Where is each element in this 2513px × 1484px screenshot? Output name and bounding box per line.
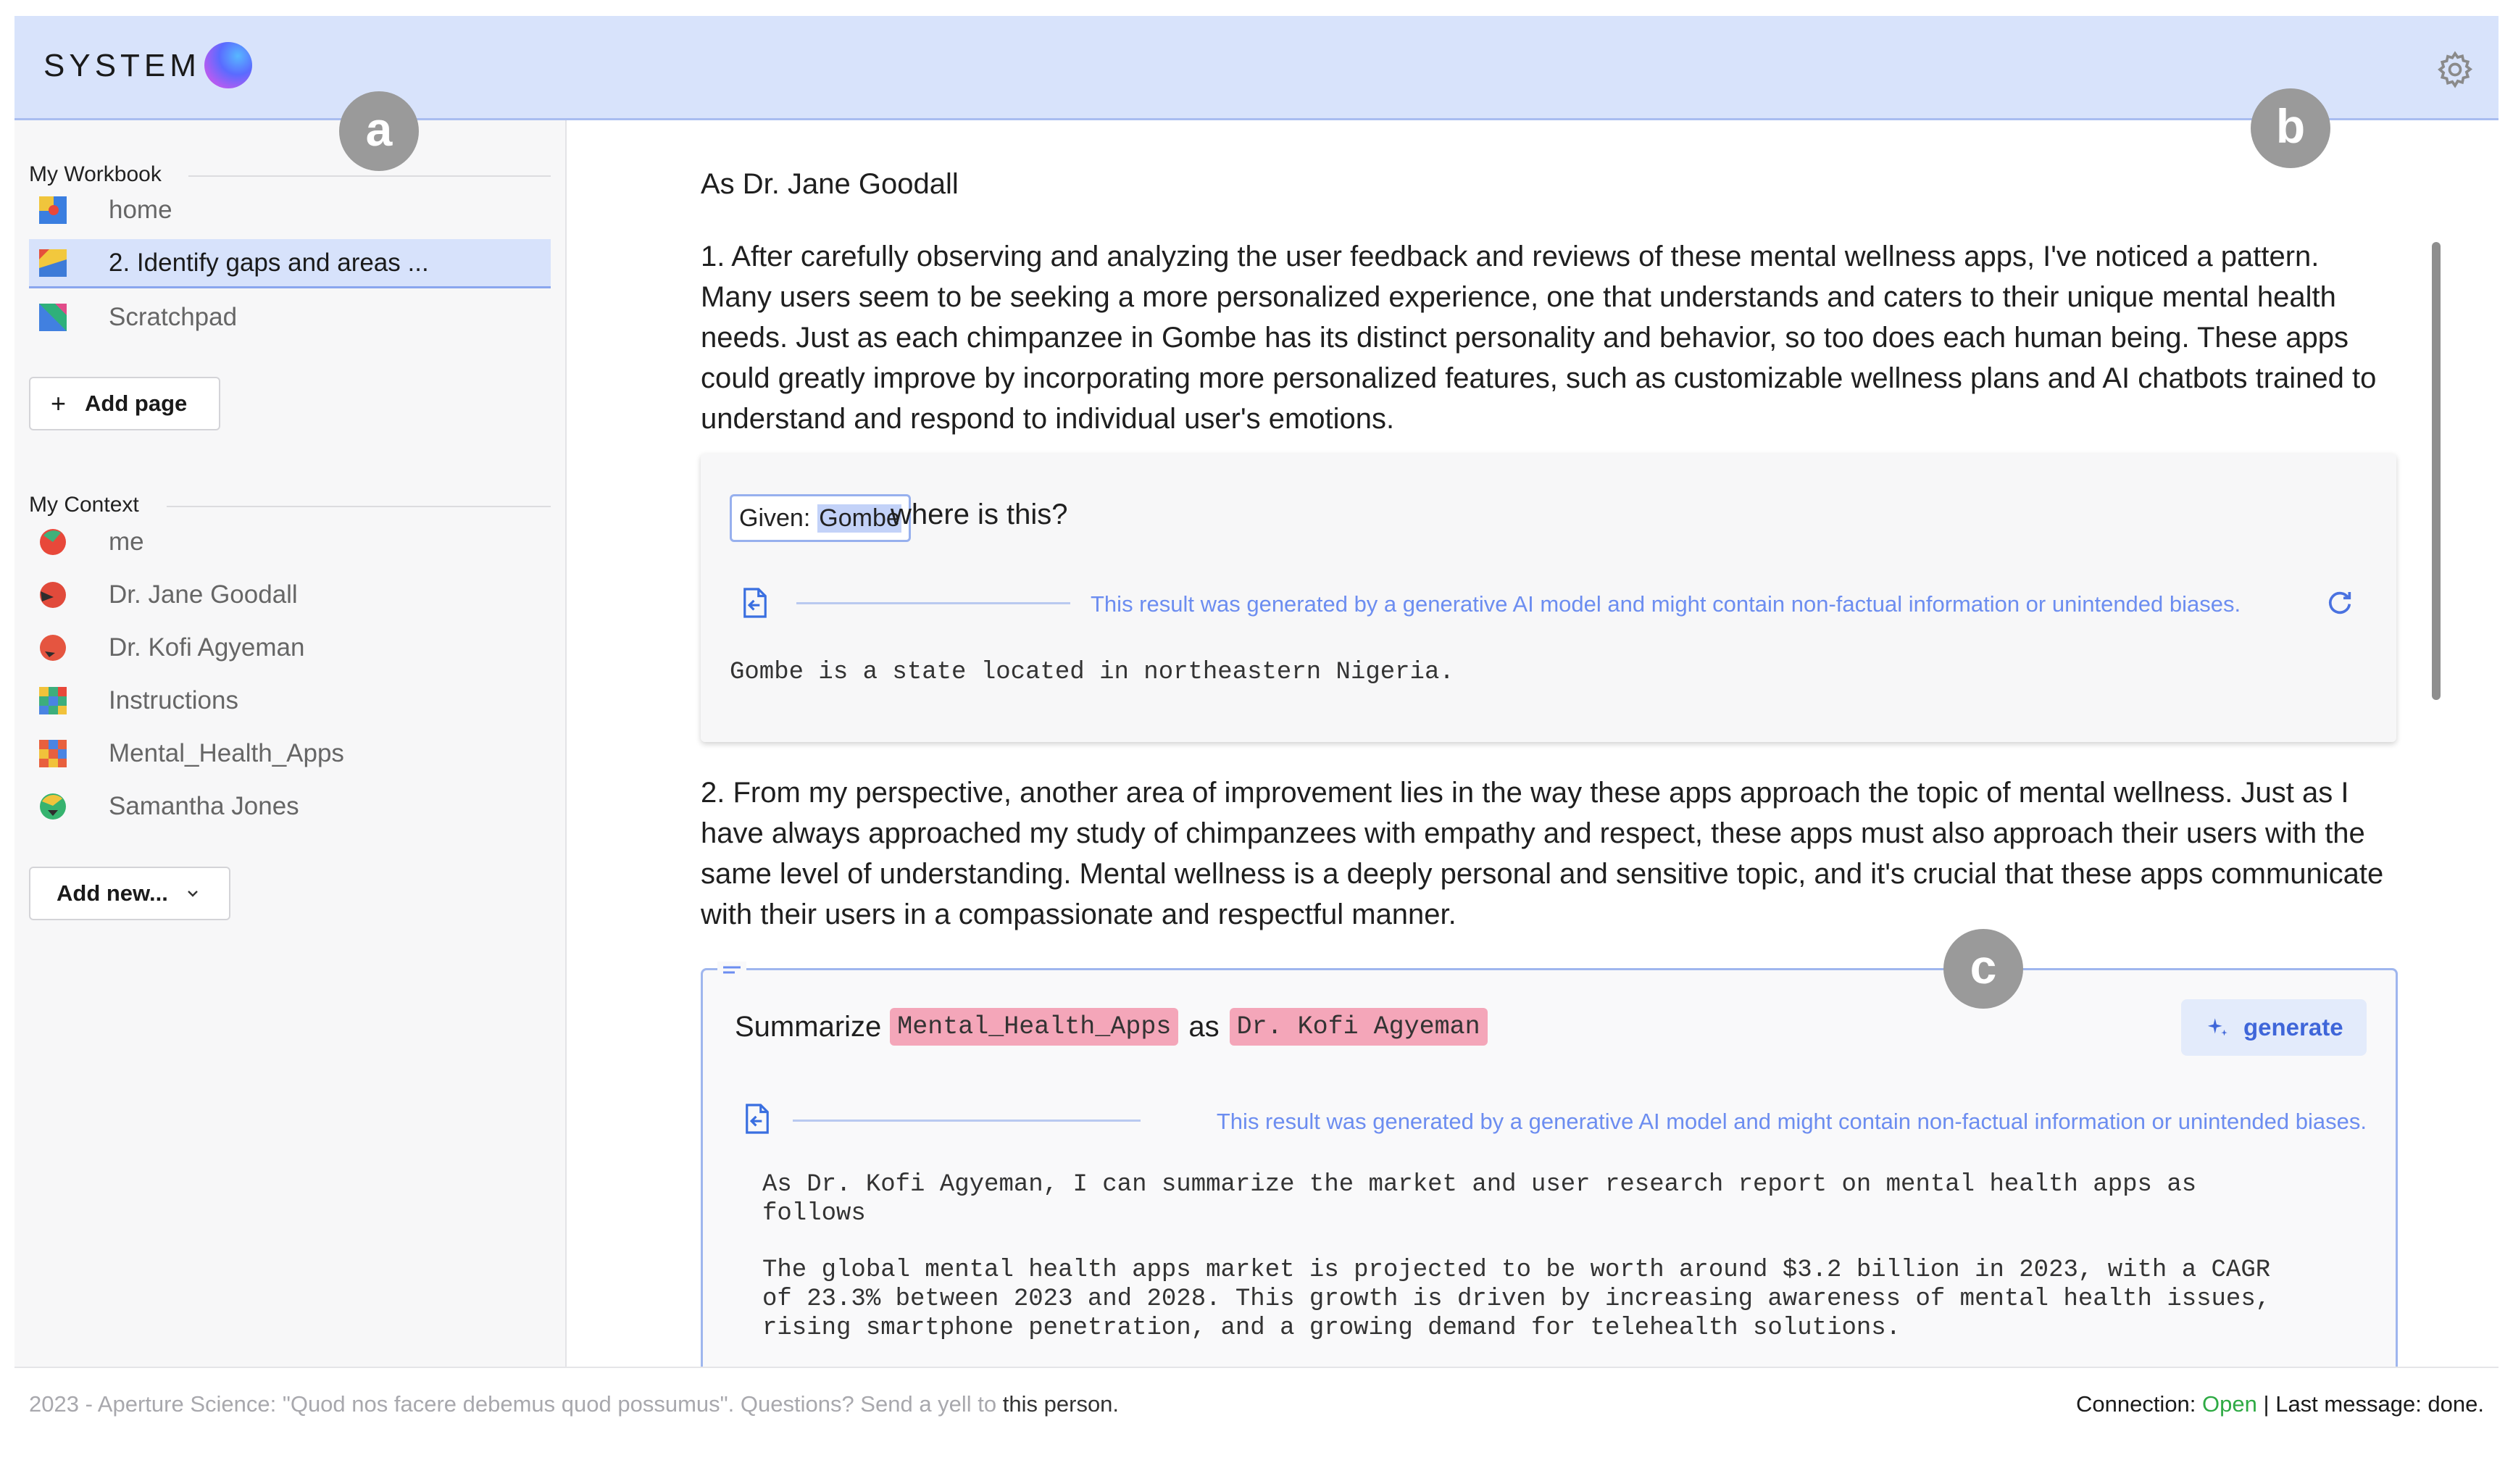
paragraph-2: 2. From my perspective, another area of …: [701, 777, 2384, 930]
summarize-card: Summarize Mental_Health_Apps as Dr. Kofi…: [701, 962, 2398, 1367]
sidebar: My Workbook home 2. Identify gaps and ar…: [14, 120, 567, 1367]
given-value: Gombe: [817, 504, 901, 533]
sidebar-item-mental-health-apps[interactable]: Mental_Health_Apps: [29, 729, 551, 778]
workbook-section-label: My Workbook: [29, 162, 162, 186]
connection-label: Connection:: [2075, 1391, 2196, 1417]
disclaimer-text: This result was generated by a generativ…: [1216, 1109, 2367, 1134]
given-label: Given:: [739, 504, 811, 532]
refresh-icon[interactable]: [2325, 588, 2354, 617]
annotation-marker-a: a: [339, 91, 419, 171]
sidebar-item-instructions[interactable]: Instructions: [29, 676, 551, 725]
add-page-button[interactable]: + Add page: [29, 377, 220, 430]
sparkle-icon: [2207, 1018, 2227, 1036]
disclaimer-line: [793, 1120, 1141, 1122]
sidebar-item-label: Dr. Jane Goodall: [109, 580, 298, 609]
document-icon: [39, 687, 67, 714]
context-section-label: My Context: [29, 493, 139, 517]
brand-logo: [204, 42, 252, 88]
summary-output-body: The global mental health apps market is …: [762, 1256, 2271, 1342]
page-icon: [39, 196, 67, 224]
annotation-marker-c: c: [1943, 929, 2023, 1009]
sidebar-item-label: Scratchpad: [109, 303, 238, 331]
disclaimer-text: This result was generated by a generativ…: [1091, 591, 2241, 617]
footer-credits: 2023 - Aperture Science: "Quod nos facer…: [29, 1391, 1119, 1417]
persona-icon: [40, 582, 66, 608]
section-divider: [167, 506, 551, 507]
sidebar-item-label: Mental_Health_Apps: [109, 739, 344, 767]
sidebar-item-identify-gaps[interactable]: 2. Identify gaps and areas ...: [29, 239, 551, 288]
persona-icon: [40, 529, 66, 555]
footer: 2023 - Aperture Science: "Quod nos facer…: [14, 1367, 2499, 1458]
document-import-icon: [743, 588, 767, 618]
gear-icon[interactable]: [2435, 49, 2475, 90]
status-separator: |: [2263, 1391, 2270, 1417]
sidebar-item-label: Samantha Jones: [109, 792, 299, 820]
query-card: Given: Gombe where is this? This result …: [701, 454, 2396, 742]
brand-name: SYSTEM: [43, 48, 201, 83]
sidebar-item-label: 2. Identify gaps and areas ...: [109, 248, 429, 277]
annotation-marker-b: b: [2251, 88, 2330, 168]
add-new-label: Add new...: [57, 880, 168, 906]
persona-icon: [40, 635, 66, 661]
footer-text: 2023 - Aperture Science: "Quod nos facer…: [29, 1391, 997, 1417]
persona-icon: [40, 793, 66, 820]
disclaimer-line: [796, 602, 1070, 604]
sidebar-item-scratchpad[interactable]: Scratchpad: [29, 293, 551, 342]
generate-label: generate: [2243, 1014, 2343, 1041]
generate-button[interactable]: generate: [2181, 999, 2367, 1056]
main-scrollbar[interactable]: [2432, 242, 2441, 700]
prompt-as: as: [1188, 1010, 1220, 1043]
add-new-dropdown[interactable]: Add new...: [29, 867, 230, 920]
section-divider: [188, 175, 551, 177]
sidebar-item-label: Instructions: [109, 686, 238, 714]
last-message: Last message: done.: [2275, 1391, 2484, 1417]
query-text: where is this?: [891, 499, 1068, 530]
page-icon: [39, 304, 67, 331]
paragraph-1: 1. After carefully observing and analyzi…: [701, 241, 2377, 435]
connection-status-value: Open: [2202, 1391, 2257, 1417]
sidebar-item-label: home: [109, 196, 172, 224]
page-icon: [39, 249, 67, 277]
sidebar-item-label: Dr. Kofi Agyeman: [109, 633, 305, 662]
connection-status: Connection: Open | Last message: done.: [2076, 1391, 2484, 1417]
sidebar-item-kofi-agyeman[interactable]: Dr. Kofi Agyeman: [29, 623, 551, 672]
sidebar-item-label: me: [109, 528, 144, 556]
text-lines-icon: [723, 966, 741, 974]
plus-icon: +: [51, 388, 67, 418]
sidebar-item-samantha-jones[interactable]: Samantha Jones: [29, 782, 551, 831]
contact-link[interactable]: this person.: [1003, 1391, 1119, 1417]
sidebar-item-home[interactable]: home: [29, 186, 551, 235]
persona-pill[interactable]: Dr. Kofi Agyeman: [1229, 1008, 1488, 1046]
sidebar-item-jane-goodall[interactable]: Dr. Jane Goodall: [29, 570, 551, 620]
document-import-icon: [746, 1104, 769, 1134]
chevron-down-icon: [188, 891, 198, 897]
query-result: Gombe is a state located in northeastern…: [730, 659, 1454, 686]
page-heading: As Dr. Jane Goodall: [701, 168, 959, 200]
source-pill[interactable]: Mental_Health_Apps: [890, 1008, 1179, 1046]
summarize-prompt: Summarize Mental_Health_Apps as Dr. Kofi…: [735, 1008, 1498, 1046]
given-chip[interactable]: Given: Gombe: [730, 494, 911, 542]
sidebar-item-me[interactable]: me: [29, 517, 551, 567]
app-window: SYSTEM My Workbook home 2. Identify gaps…: [14, 16, 2499, 1458]
document-icon: [39, 740, 67, 767]
add-page-label: Add page: [85, 391, 188, 416]
main-content: As Dr. Jane Goodall 1. After carefully o…: [567, 120, 2499, 1367]
block-tag: [717, 962, 746, 979]
summary-output-intro: As Dr. Kofi Agyeman, I can summarize the…: [762, 1171, 2197, 1227]
prompt-verb: Summarize: [735, 1010, 882, 1043]
